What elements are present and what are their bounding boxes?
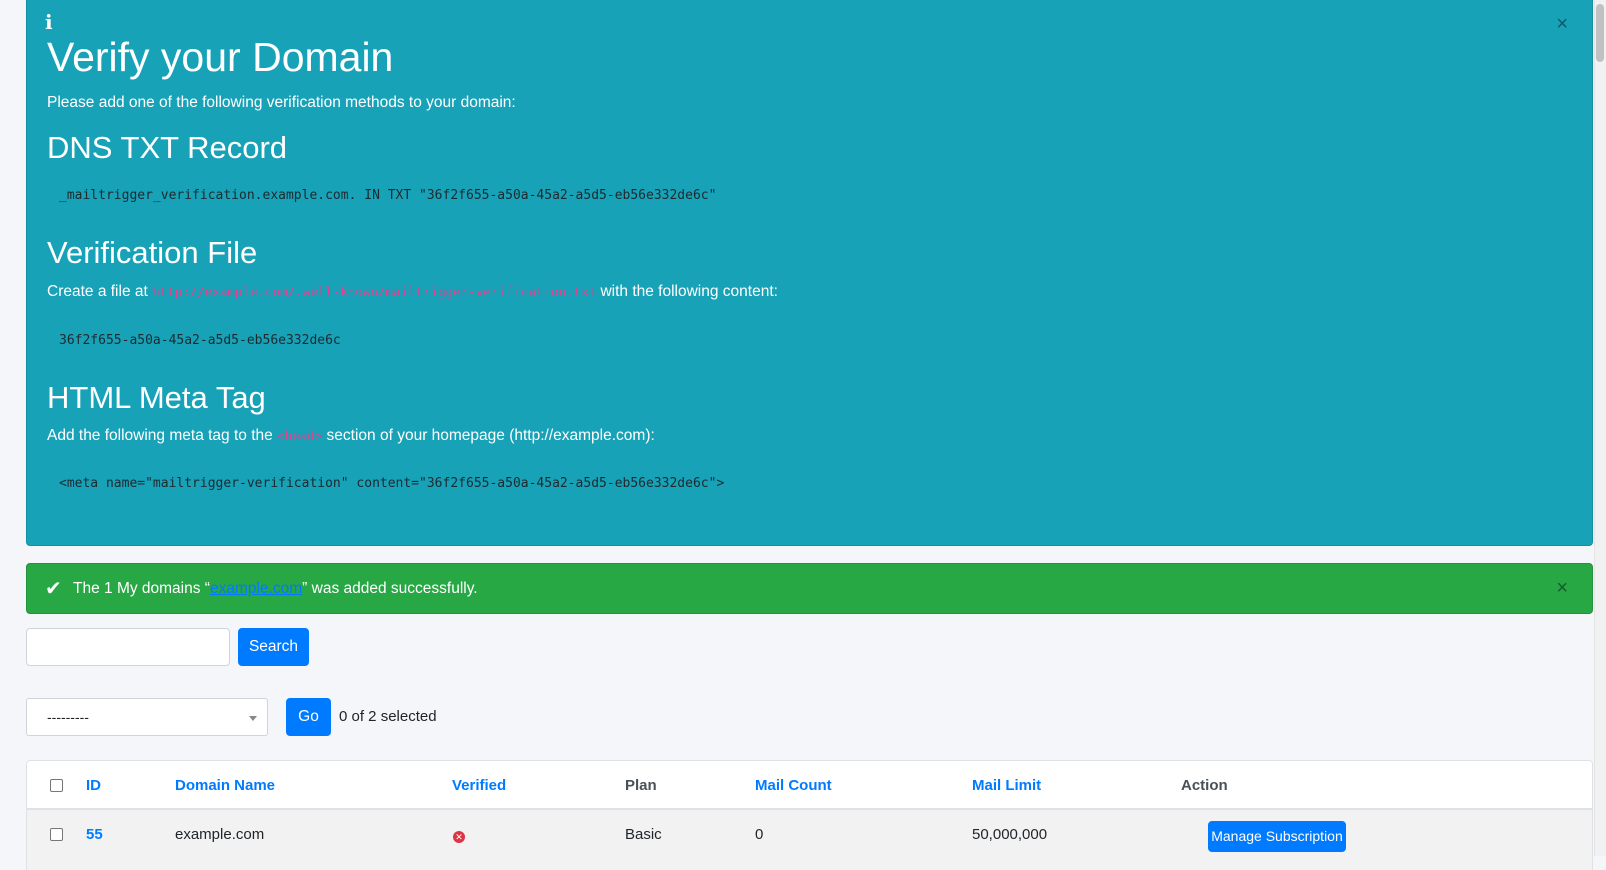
success-message: The 1 My domains “example.com” was added… (73, 580, 478, 598)
go-button[interactable]: Go (286, 698, 331, 736)
page-scrollbar[interactable] (1594, 0, 1606, 856)
file-text-after: with the following content: (600, 283, 778, 300)
header-domain-name[interactable]: Domain Name (175, 777, 275, 794)
domain-link[interactable]: example.com (210, 580, 302, 597)
row-plan: Basic (625, 826, 662, 843)
file-text-before: Create a file at (47, 283, 148, 300)
header-plan: Plan (625, 777, 657, 794)
row-domain: example.com (175, 826, 265, 843)
action-select[interactable]: --------- (26, 698, 268, 736)
domains-table: ID Domain Name Verified Plan Mail Count … (26, 760, 1593, 870)
success-alert: ✔ The 1 My domains “example.com” was add… (26, 563, 1593, 614)
head-tag-code: <head> (277, 428, 323, 443)
row-checkbox[interactable] (50, 828, 63, 841)
verify-intro: Please add one of the following verifica… (47, 94, 516, 111)
check-icon: ✔ (45, 578, 62, 600)
manage-subscription-button[interactable]: Manage Subscription (1208, 821, 1346, 852)
file-path-code: http://example.com/.well-known/mailtrigg… (152, 284, 597, 299)
selected-count: 0 of 2 selected (339, 708, 437, 725)
success-text-after: ” was added successfully. (302, 580, 478, 597)
file-content-code: 36f2f655-a50a-45a2-a5d5-eb56e332de6c (59, 333, 341, 348)
file-instructions: Create a file at http://example.com/.wel… (47, 283, 778, 301)
close-icon[interactable]: × (1556, 14, 1568, 34)
verify-title: Verify your Domain (47, 34, 394, 80)
chevron-down-icon (249, 716, 257, 721)
header-verified[interactable]: Verified (452, 777, 506, 794)
table-header-row: ID Domain Name Verified Plan Mail Count … (27, 761, 1592, 810)
meta-text-before: Add the following meta tag to the (47, 427, 273, 444)
table-row: 55 example.com ✕ Basic 0 50,000,000 Mana… (27, 810, 1592, 870)
select-all-checkbox[interactable] (50, 779, 63, 792)
header-mail-limit[interactable]: Mail Limit (972, 777, 1041, 794)
meta-text-after: section of your homepage (http://example… (326, 427, 655, 444)
file-heading: Verification File (47, 235, 258, 270)
close-icon[interactable]: × (1556, 578, 1568, 598)
row-mail-count: 0 (755, 826, 764, 843)
row-id-link[interactable]: 55 (86, 826, 103, 843)
header-action: Action (1181, 777, 1228, 794)
header-mail-count[interactable]: Mail Count (755, 777, 832, 794)
meta-tag-code: <meta name="mailtrigger-verification" co… (59, 476, 725, 491)
meta-instructions: Add the following meta tag to the <head>… (47, 427, 655, 445)
scrollbar-thumb[interactable] (1596, 4, 1604, 62)
meta-heading: HTML Meta Tag (47, 380, 266, 415)
success-text-before: The 1 My domains “ (73, 580, 210, 597)
verify-domain-alert: i × Verify your Domain Please add one of… (26, 0, 1593, 546)
info-icon: i (45, 10, 53, 34)
row-mail-limit: 50,000,000 (972, 826, 1048, 843)
dns-heading: DNS TXT Record (47, 130, 288, 165)
header-id[interactable]: ID (86, 777, 101, 794)
action-select-value: --------- (47, 709, 89, 725)
search-button[interactable]: Search (238, 628, 309, 666)
dns-record-code: _mailtrigger_verification.example.com. I… (59, 188, 717, 203)
not-verified-icon: ✕ (453, 831, 465, 843)
search-input[interactable] (26, 628, 230, 666)
